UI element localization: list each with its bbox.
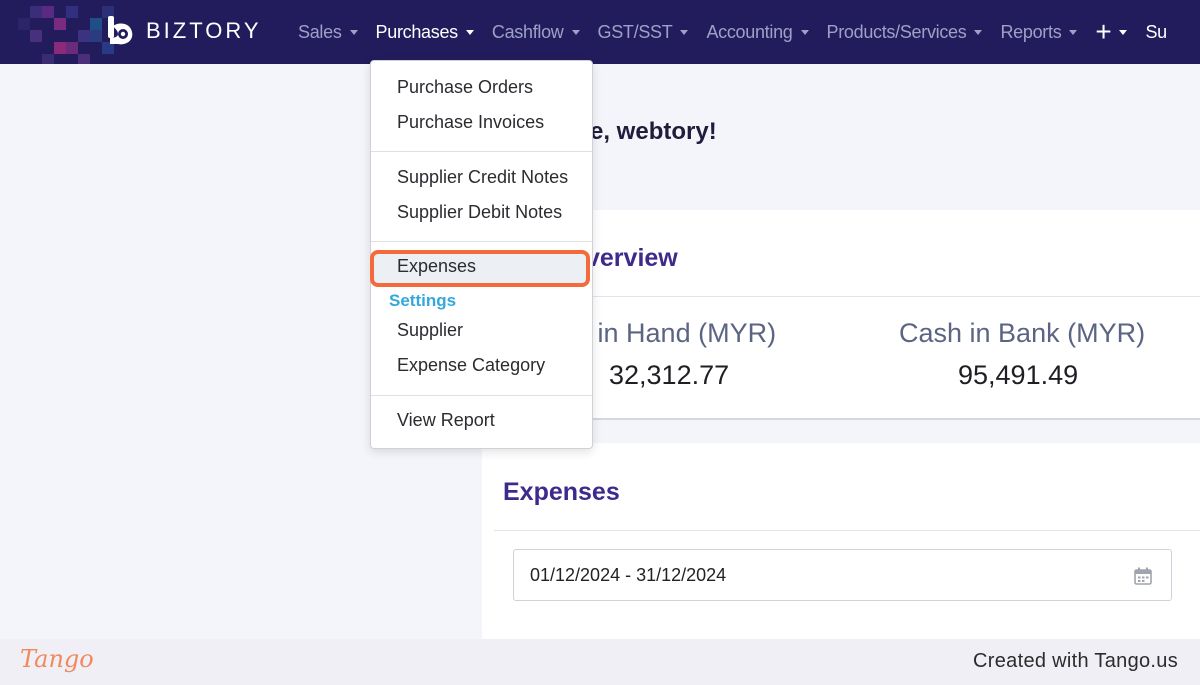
nav-sales[interactable]: Sales bbox=[298, 22, 358, 43]
nav-products-services[interactable]: Products/Services bbox=[827, 22, 983, 43]
nav-gst-sst[interactable]: GST/SST bbox=[598, 22, 689, 43]
chevron-down-icon bbox=[974, 29, 983, 35]
menu-item-purchase-orders[interactable]: Purchase Orders bbox=[397, 77, 533, 98]
nav-purchases[interactable]: Purchases bbox=[376, 22, 474, 43]
nav-label: Su bbox=[1145, 21, 1167, 42]
nav-cashflow[interactable]: Cashflow bbox=[492, 22, 580, 43]
menu-divider bbox=[371, 395, 592, 396]
nav-reports[interactable]: Reports bbox=[1000, 21, 1078, 43]
menu-item-purchase-invoices[interactable]: Purchase Invoices bbox=[397, 112, 544, 133]
nav-label: Accounting bbox=[706, 21, 793, 42]
cash-in-hand-value: 32,312.77 bbox=[609, 360, 730, 390]
nav-label: GST/SST bbox=[597, 21, 673, 42]
chevron-down-icon bbox=[1119, 29, 1128, 35]
chevron-down-icon bbox=[1069, 29, 1078, 35]
date-range-input[interactable]: 01/12/2024 - 31/12/2024 bbox=[513, 549, 1172, 601]
main-nav: Sales Purchases Cashflow GST/SST Account… bbox=[298, 0, 1167, 64]
overview-title: verview bbox=[586, 244, 678, 272]
brand-name: BIZTORY bbox=[146, 18, 262, 43]
menu-item-expenses[interactable]: Expenses bbox=[397, 256, 476, 277]
biztory-logo-icon bbox=[106, 14, 138, 48]
expenses-title: Expenses bbox=[503, 478, 620, 506]
menu-divider bbox=[371, 151, 592, 152]
tango-footer: Tango Created with Tango.us bbox=[0, 639, 1200, 685]
chevron-down-icon bbox=[680, 29, 689, 35]
calendar-icon[interactable] bbox=[1133, 566, 1153, 586]
chevron-down-icon bbox=[349, 29, 358, 35]
date-range-value: 01/12/2024 - 31/12/2024 bbox=[530, 564, 727, 585]
chevron-down-icon bbox=[571, 29, 580, 35]
menu-item-expense-category[interactable]: Expense Category bbox=[397, 355, 545, 376]
welcome-heading: e, webtory! bbox=[590, 118, 717, 145]
menu-item-view-report[interactable]: View Report bbox=[397, 410, 495, 431]
menu-item-supplier-debit-notes[interactable]: Supplier Debit Notes bbox=[397, 202, 562, 223]
chevron-down-icon bbox=[465, 29, 474, 35]
cash-in-bank-label: Cash in Bank (MYR) bbox=[899, 318, 1146, 348]
menu-section-settings: Settings bbox=[389, 291, 457, 310]
nav-create-new[interactable]: + bbox=[1095, 16, 1128, 47]
nav-accounting[interactable]: Accounting bbox=[706, 21, 809, 43]
biztory-logo[interactable]: BIZTORY bbox=[106, 14, 262, 48]
nav-label: Products/Services bbox=[826, 21, 967, 42]
menu-item-supplier[interactable]: Supplier bbox=[397, 320, 463, 341]
chevron-down-icon bbox=[800, 29, 809, 35]
top-navbar: BIZTORY Sales Purchases Cashflow GST/SST… bbox=[0, 0, 1200, 64]
nav-overflow-item[interactable]: Su bbox=[1145, 21, 1167, 43]
plus-icon: + bbox=[1095, 16, 1112, 47]
cash-in-bank-value: 95,491.49 bbox=[958, 360, 1079, 390]
nav-label: Cashflow bbox=[491, 21, 564, 42]
cash-in-hand-label: h in Hand (MYR) bbox=[575, 318, 777, 348]
highlighted-menu-item-expenses[interactable]: Expenses bbox=[370, 250, 590, 287]
expenses-card: Expenses 01/12/2024 - 31/12/2024 bbox=[482, 443, 1200, 641]
divider bbox=[494, 530, 1200, 531]
nav-label: Sales bbox=[298, 21, 342, 42]
tango-logo: Tango bbox=[20, 645, 94, 673]
nav-label: Reports bbox=[1000, 21, 1062, 42]
nav-label: Purchases bbox=[375, 21, 459, 42]
menu-divider bbox=[371, 241, 592, 242]
menu-item-supplier-credit-notes[interactable]: Supplier Credit Notes bbox=[397, 167, 568, 188]
tango-credit-text: Created with Tango.us bbox=[973, 650, 1178, 672]
